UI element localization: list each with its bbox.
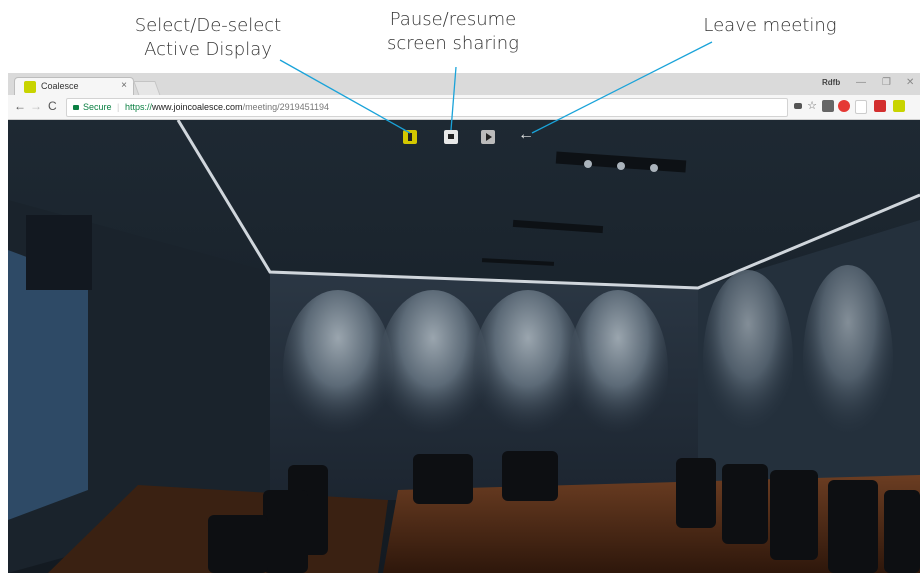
address-divider: | [117, 102, 120, 112]
reload-icon[interactable]: C [48, 99, 57, 113]
camera-icon[interactable] [794, 103, 802, 109]
conference-room-image [8, 120, 920, 573]
browser-toolbar: ← → C Secure | https://www.joincoalesce.… [8, 95, 920, 120]
media-icon[interactable] [481, 130, 495, 144]
coalesce-favicon-icon [24, 81, 36, 93]
square-icon[interactable] [822, 100, 834, 112]
lock-icon [73, 105, 79, 110]
callout-leave-meeting: Leave meeting [703, 15, 837, 36]
url-text: https://www.joincoalesce.com/meeting/291… [125, 102, 329, 112]
profile-badge[interactable]: Rdfb [822, 78, 840, 87]
tab-coalesce[interactable]: Coalesce × [14, 77, 134, 96]
callout-pause-sharing: Pause/resume screen sharing [387, 9, 519, 54]
new-tab-button[interactable] [133, 81, 161, 96]
red-extension-icon[interactable] [874, 100, 886, 112]
tab-title: Coalesce [41, 81, 79, 91]
minimize-icon[interactable]: — [856, 77, 866, 88]
select-display-icon[interactable] [403, 130, 417, 144]
close-window-icon[interactable]: ✕ [906, 77, 914, 88]
star-icon[interactable]: ☆ [806, 100, 818, 112]
secure-indicator[interactable]: Secure [73, 99, 112, 116]
tab-strip: Coalesce × Rdfb — ❐ ✕ [8, 73, 920, 96]
callout-select-display: Select/De-select Active Display [134, 15, 282, 60]
pause-sharing-icon[interactable] [444, 130, 458, 144]
back-icon[interactable]: ← [14, 99, 26, 113]
browser-window: Coalesce × Rdfb — ❐ ✕ ← → C Secure | htt… [8, 73, 920, 573]
tab-close-icon[interactable]: × [121, 80, 127, 91]
shared-screen-view: ← [8, 120, 920, 573]
page-icon[interactable] [855, 100, 867, 114]
abp-icon[interactable] [838, 100, 850, 112]
leave-arrow-icon[interactable]: ← [518, 126, 534, 144]
forward-icon[interactable]: → [30, 99, 42, 113]
restore-icon[interactable]: ❐ [882, 77, 891, 88]
coalesce-extension-icon[interactable] [893, 100, 905, 112]
address-bar[interactable]: Secure | https://www.joincoalesce.com/me… [66, 98, 788, 117]
